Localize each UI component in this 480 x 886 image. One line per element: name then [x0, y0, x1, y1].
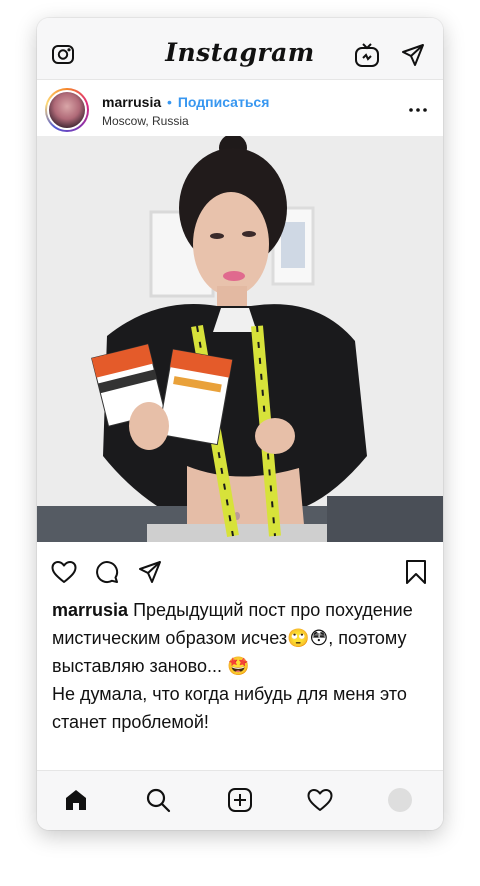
post-username[interactable]: marrusia [102, 94, 161, 110]
avatar[interactable] [45, 88, 89, 132]
post-header: marrusia • Подписаться Moscow, Russia [37, 80, 443, 136]
heart-icon[interactable] [51, 560, 77, 584]
paper-plane-icon[interactable] [138, 560, 162, 584]
profile-avatar[interactable] [388, 788, 412, 812]
add-post-icon[interactable] [227, 787, 253, 813]
home-icon[interactable] [63, 787, 89, 813]
post-location[interactable]: Moscow, Russia [102, 114, 189, 128]
paper-plane-icon[interactable] [401, 43, 425, 67]
igtv-icon[interactable] [354, 42, 380, 68]
username-line: marrusia • Подписаться [102, 94, 269, 110]
comment-icon[interactable] [95, 560, 119, 584]
search-icon[interactable] [145, 787, 171, 813]
heart-icon[interactable] [307, 787, 333, 813]
caption-username[interactable]: marrusia [52, 600, 128, 620]
post-actions [37, 556, 443, 592]
follow-button[interactable]: Подписаться [178, 94, 270, 110]
bookmark-icon[interactable] [405, 559, 427, 585]
app-logo: Instagram [165, 38, 315, 67]
caption-text-2: Не думала, что когда нибудь для меня это… [52, 684, 407, 732]
post-photo-illustration [37, 136, 443, 542]
caption-paragraph-1: marrusia Предыдущий пост про похудение м… [52, 596, 434, 680]
phone-frame: Instagram marrusia • Подписаться Moscow,… [37, 18, 443, 830]
more-dots-icon[interactable] [409, 108, 427, 112]
top-bar: Instagram [37, 18, 443, 80]
post-photo[interactable] [37, 136, 443, 542]
separator-dot: • [167, 94, 172, 110]
post-caption: marrusia Предыдущий пост про похудение м… [52, 596, 434, 736]
bottom-nav [37, 770, 443, 830]
